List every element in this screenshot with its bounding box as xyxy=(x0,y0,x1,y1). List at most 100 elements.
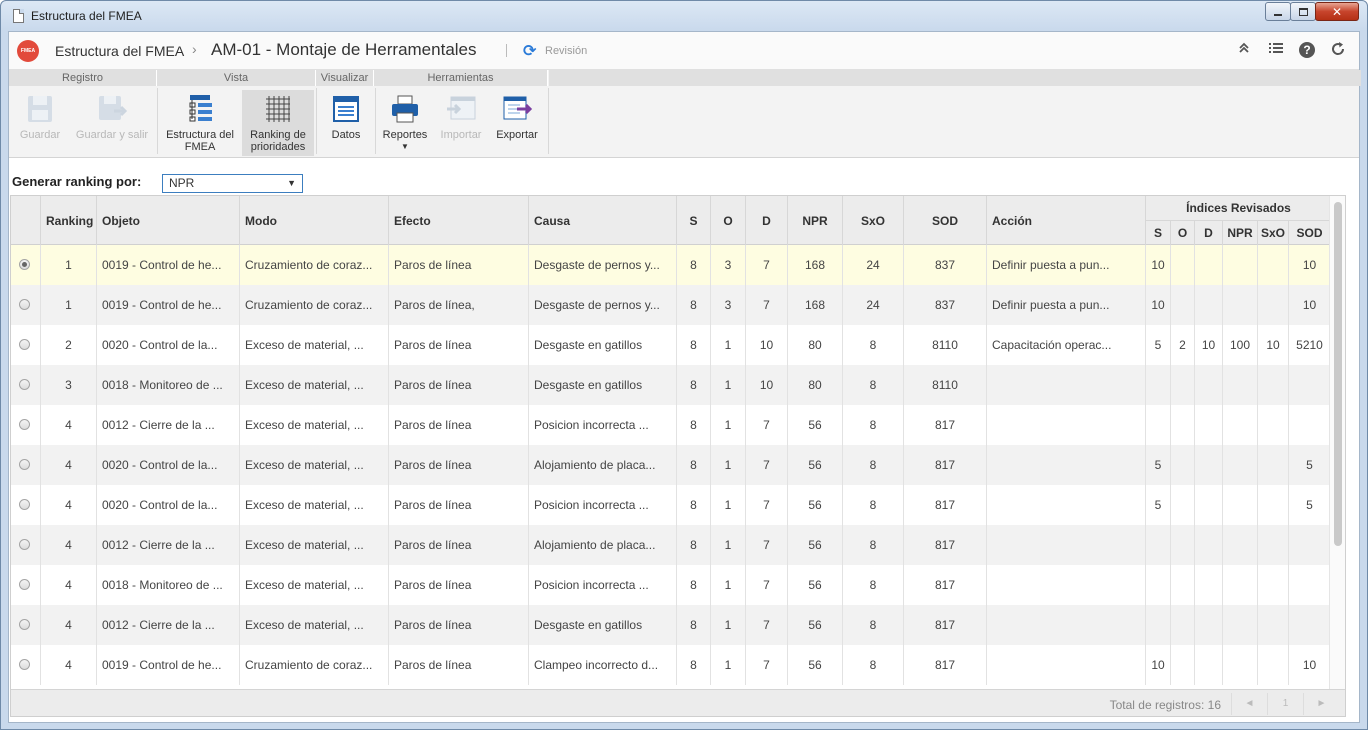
col-header-d[interactable]: D xyxy=(746,196,788,245)
col-header-sod[interactable]: SOD xyxy=(904,196,987,245)
table-row[interactable]: 4 0020 - Control de la... Exceso de materi… xyxy=(11,445,1331,485)
ribbon-group-headers: Registro Vista Visualizar Herramientas xyxy=(9,70,548,86)
maximize-button[interactable] xyxy=(1290,2,1316,21)
reports-dropdown-icon[interactable]: ▼ xyxy=(379,141,431,153)
cell-sod: 837 xyxy=(904,245,987,285)
cell-causa: Desgaste en gatillos xyxy=(529,605,677,645)
col-header-sxo[interactable]: SxO xyxy=(843,196,904,245)
import-icon xyxy=(445,93,477,125)
revision-label[interactable]: Revisión xyxy=(545,45,587,57)
table-row[interactable]: 4 0012 - Cierre de la ... Exceso de materi… xyxy=(11,605,1331,645)
col-header-s[interactable]: S xyxy=(677,196,711,245)
cell-npr: 80 xyxy=(788,365,843,405)
reports-button[interactable]: Reportes ▼ xyxy=(379,90,431,156)
col-header-rev-d[interactable]: D xyxy=(1195,220,1223,245)
breadcrumb-separator-icon: › xyxy=(192,41,197,57)
minimize-button[interactable] xyxy=(1265,2,1291,21)
col-header-objeto[interactable]: Objeto xyxy=(97,196,240,245)
cell-rev-sod xyxy=(1289,605,1331,645)
col-header-rev-sod[interactable]: SOD xyxy=(1289,220,1331,245)
cell-sxo: 8 xyxy=(843,325,904,365)
col-header-npr[interactable]: NPR xyxy=(788,196,843,245)
col-header-o[interactable]: O xyxy=(711,196,746,245)
priority-ranking-button[interactable]: Ranking de prioridades xyxy=(242,90,314,156)
header-divider xyxy=(506,44,507,57)
cell-rev-npr: 100 xyxy=(1223,325,1258,365)
cell-o: 1 xyxy=(711,365,746,405)
cell-modo: Exceso de material, ... xyxy=(240,565,389,605)
cell-sxo: 8 xyxy=(843,405,904,445)
ribbon-header-fill xyxy=(549,70,1361,86)
cell-rev-npr xyxy=(1223,645,1258,685)
row-radio[interactable] xyxy=(19,299,30,310)
cell-rev-sod: 5 xyxy=(1289,445,1331,485)
table-row[interactable]: 1 0019 - Control de he... Cruzamiento de c… xyxy=(11,285,1331,325)
refresh-icon[interactable] xyxy=(1329,41,1347,59)
next-page-icon[interactable]: ► xyxy=(1303,693,1339,715)
fmea-structure-button[interactable]: Estructura del FMEA xyxy=(162,90,238,156)
col-header-modo[interactable]: Modo xyxy=(240,196,389,245)
row-radio[interactable] xyxy=(19,339,30,350)
data-button[interactable]: Datos xyxy=(321,90,371,156)
cell-causa: Posicion incorrecta ... xyxy=(529,565,677,605)
cell-o: 1 xyxy=(711,405,746,445)
priority-ranking-label: Ranking de prioridades xyxy=(250,129,306,153)
collapse-icon[interactable] xyxy=(1235,41,1253,59)
row-radio[interactable] xyxy=(19,579,30,590)
table-row[interactable]: 2 0020 - Control de la... Exceso de materi… xyxy=(11,325,1331,365)
col-header-causa[interactable]: Causa xyxy=(529,196,677,245)
col-header-efecto[interactable]: Efecto xyxy=(389,196,529,245)
row-radio[interactable] xyxy=(19,499,30,510)
export-button[interactable]: Exportar xyxy=(491,90,543,156)
save-and-exit-button[interactable]: Guardar y salir xyxy=(71,90,153,156)
page-number[interactable]: 1 xyxy=(1267,693,1303,715)
help-icon[interactable]: ? xyxy=(1299,42,1315,58)
cell-accion xyxy=(987,565,1146,605)
cell-rev-s xyxy=(1146,525,1171,565)
cell-d: 10 xyxy=(746,325,788,365)
prev-page-icon[interactable]: ◄ xyxy=(1231,693,1267,715)
cell-rev-o xyxy=(1171,605,1195,645)
ranking-by-select[interactable]: NPR ▼ xyxy=(162,174,303,193)
import-button[interactable]: Importar xyxy=(437,90,485,156)
table-row[interactable]: 4 0020 - Control de la... Exceso de materi… xyxy=(11,485,1331,525)
col-header-rev-sxo[interactable]: SxO xyxy=(1258,220,1289,245)
col-header-accion[interactable]: Acción xyxy=(987,196,1146,245)
table-row[interactable]: 3 0018 - Monitoreo de ... Exceso de materi… xyxy=(11,365,1331,405)
cell-s: 8 xyxy=(677,565,711,605)
table-row[interactable]: 1 0019 - Control de he... Cruzamiento de c… xyxy=(11,245,1331,285)
row-radio[interactable] xyxy=(19,659,30,670)
cell-rev-sxo xyxy=(1258,525,1289,565)
table-row[interactable]: 4 0019 - Control de he... Cruzamiento de c… xyxy=(11,645,1331,685)
row-radio[interactable] xyxy=(19,379,30,390)
col-header-rev-o[interactable]: O xyxy=(1171,220,1195,245)
row-radio[interactable] xyxy=(19,619,30,630)
table-row[interactable]: 4 0018 - Monitoreo de ... Exceso de materi… xyxy=(11,565,1331,605)
cell-objeto: 0020 - Control de la... xyxy=(97,445,240,485)
table-row[interactable]: 4 0012 - Cierre de la ... Exceso de materi… xyxy=(11,525,1331,565)
cell-rev-o: 2 xyxy=(1171,325,1195,365)
close-button[interactable]: ✕ xyxy=(1315,2,1359,21)
cell-d: 10 xyxy=(746,365,788,405)
col-header-select xyxy=(11,196,41,245)
revision-icon[interactable]: ⟳ xyxy=(523,41,536,61)
breadcrumb-root[interactable]: Estructura del FMEA xyxy=(55,43,184,59)
save-button[interactable]: Guardar xyxy=(11,90,69,156)
scroll-thumb[interactable] xyxy=(1334,202,1342,546)
row-radio[interactable] xyxy=(19,459,30,470)
row-radio[interactable] xyxy=(19,259,30,270)
col-header-rev-s[interactable]: S xyxy=(1146,220,1171,245)
col-header-rev-npr[interactable]: NPR xyxy=(1223,220,1258,245)
col-header-indices-revisados: Índices Revisados xyxy=(1186,201,1291,215)
row-radio[interactable] xyxy=(19,539,30,550)
col-header-ranking[interactable]: Ranking xyxy=(41,196,97,245)
cell-npr: 168 xyxy=(788,285,843,325)
cell-rev-s: 10 xyxy=(1146,645,1171,685)
cell-rev-d: 10 xyxy=(1195,325,1223,365)
list-icon[interactable] xyxy=(1267,41,1285,59)
table-row[interactable]: 4 0012 - Cierre de la ... Exceso de materi… xyxy=(11,405,1331,445)
row-radio[interactable] xyxy=(19,419,30,430)
vertical-scrollbar[interactable] xyxy=(1329,196,1345,716)
close-icon: ✕ xyxy=(1331,4,1343,19)
cell-s: 8 xyxy=(677,445,711,485)
